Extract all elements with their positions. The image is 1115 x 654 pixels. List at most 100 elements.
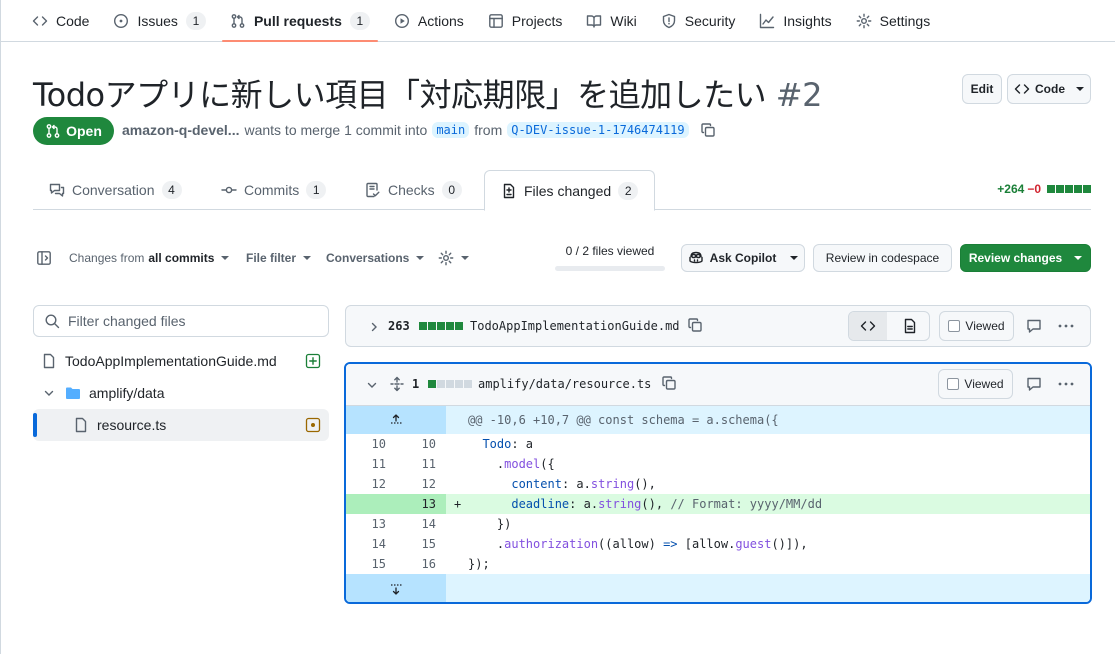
diff-marker: + [454,497,462,511]
chevron-down-icon [43,387,55,399]
diff-settings-button[interactable] [438,245,469,271]
pr-tabs: Conversation 4 Commits 1 Checks 0 Files … [33,168,1091,211]
tab-commits[interactable]: Commits 1 [205,170,342,210]
new-line-number[interactable]: 15 [386,534,436,554]
new-line-number[interactable]: 13 [386,494,436,514]
chevron-down-icon [303,256,312,260]
new-line-number[interactable]: 11 [386,454,436,474]
diff-line[interactable]: 10 10 Todo: a [346,434,1090,454]
code-line: Todo: a [468,434,533,454]
diff-line[interactable]: 15 16}); [346,554,1090,574]
old-line-number[interactable]: 10 [346,434,386,454]
file-icon[interactable] [892,312,930,340]
new-line-number[interactable]: 14 [386,514,436,534]
old-line-number[interactable]: 12 [346,474,386,494]
file-icon [73,417,89,433]
review-changes-button[interactable]: Review changes [960,244,1091,272]
chevron-down-icon [416,256,425,260]
nav-code[interactable]: Code [24,0,97,41]
nav-pull-requests[interactable]: Pull requests 1 [221,0,378,42]
tree-file-resource-ts[interactable]: resource.ts [33,409,329,441]
tree-file-todoappguide[interactable]: TodoAppImplementationGuide.md [33,345,329,377]
filter-placeholder: Filter changed files [68,313,186,329]
head-branch[interactable]: Q-DEV-issue-1-1746474119 [507,122,689,138]
code-icon[interactable] [849,312,887,340]
file-filter-label: File filter [246,251,297,265]
file-modified-icon [305,417,321,433]
deletions-count: −0 [1027,182,1041,196]
chevron-right-icon[interactable] [368,321,380,333]
old-line-number[interactable]: 13 [346,514,386,534]
conversations-dropdown[interactable]: Conversations [326,245,425,271]
file-filter-dropdown[interactable]: File filter [246,245,312,271]
copy-icon[interactable] [700,122,716,138]
review-in-codespace-button[interactable]: Review in codespace [813,244,952,272]
tree-item-label: resource.ts [97,417,167,433]
nav-actions[interactable]: Actions [386,0,472,41]
review-codespace-label: Review in codespace [825,251,940,265]
old-line-number[interactable]: 14 [346,534,386,554]
code-token: authorization [504,537,599,551]
tab-checks[interactable]: Checks 0 [349,170,478,210]
edit-button[interactable]: Edit [962,74,1002,104]
repo-nav: Code Issues 1 Pull requests 1 Actions Pr… [0,0,1115,42]
code-token: Todo [482,437,512,451]
new-line-number[interactable]: 12 [386,474,436,494]
tab-counter: 0 [441,181,462,199]
new-line-number[interactable]: 10 [386,434,436,454]
expand-down-icon[interactable] [346,574,446,602]
chevron-down-icon [1076,87,1084,91]
nav-label: Issues [137,12,178,29]
old-line-number[interactable]: 11 [346,454,386,474]
diff-line[interactable]: 11 11 .model({ [346,454,1090,474]
nav-security[interactable]: Security [653,0,744,41]
viewed-checkbox[interactable]: Viewed [938,369,1013,399]
kebab-horizontal-icon[interactable] [1057,376,1075,392]
expand-up-icon[interactable] [346,406,446,434]
new-line-number[interactable]: 16 [386,554,436,574]
diff-line[interactable]: 14 15 .authorization((allow) => [allow.gu… [346,534,1090,554]
filter-changed-files-input[interactable]: Filter changed files [33,305,329,337]
diff-line[interactable]: 13 14 }) [346,514,1090,534]
code-token: }) [468,517,512,531]
tab-conversation[interactable]: Conversation 4 [33,170,198,210]
copy-icon[interactable] [687,317,703,333]
graph-icon [759,13,775,29]
nav-projects[interactable]: Projects [480,0,571,41]
nav-issues[interactable]: Issues 1 [105,0,213,41]
checkbox[interactable] [948,320,961,332]
file-change-count: 1 [412,377,420,391]
base-branch[interactable]: main [432,122,470,138]
tab-files-changed[interactable]: Files changed 2 [484,170,656,211]
file-path[interactable]: TodoAppImplementationGuide.md [470,319,680,333]
tree-folder-amplify-data[interactable]: amplify/data [33,377,329,409]
nav-insights[interactable]: Insights [751,0,839,41]
author-link[interactable]: amazon-q-devel... [122,122,239,138]
unfold-icon[interactable] [389,376,405,392]
code-token: ({ [540,457,555,471]
kebab-horizontal-icon[interactable] [1057,318,1075,334]
chevron-down-icon[interactable] [366,379,378,391]
toggle-file-tree-button[interactable] [36,245,52,271]
comment-icon[interactable] [1026,318,1042,334]
nav-wiki[interactable]: Wiki [578,0,644,41]
checkbox[interactable] [947,378,960,390]
copy-icon[interactable] [661,375,677,391]
code-dropdown-button[interactable]: Code [1007,74,1091,104]
viewed-checkbox[interactable]: Viewed [939,311,1014,341]
comment-icon[interactable] [1026,376,1042,392]
book-icon [586,13,602,29]
tab-counter: 1 [306,181,327,199]
code-icon [32,13,48,29]
code-token: . [468,537,505,551]
ask-copilot-button[interactable]: Ask Copilot [681,244,805,272]
diff-line[interactable]: 12 12 content: a.string(), [346,474,1090,494]
nav-settings[interactable]: Settings [848,0,939,41]
code-token: string [598,497,642,511]
old-line-number[interactable]: 15 [346,554,386,574]
view-toggle [848,311,930,341]
file-path[interactable]: amplify/data/resource.ts [478,377,651,391]
diff-line-added[interactable]: 13 + deadline: a.string(), // Format: yyy… [346,494,1090,514]
changes-from-dropdown[interactable]: Changes from all commits [69,245,230,271]
